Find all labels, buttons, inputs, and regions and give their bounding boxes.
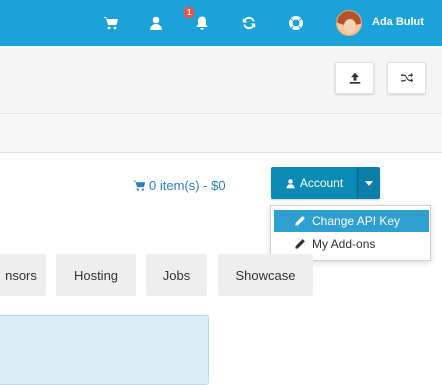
- account-dropdown-toggle[interactable]: [357, 167, 380, 199]
- tab-jobs[interactable]: Jobs: [146, 254, 207, 296]
- tab-showcase[interactable]: Showcase: [218, 254, 313, 296]
- tab-hosting[interactable]: Hosting: [56, 254, 136, 296]
- cart-summary-link[interactable]: 0 item(s) - $0: [133, 178, 226, 193]
- pencil-icon: [295, 239, 305, 249]
- lifebuoy-icon[interactable]: [286, 13, 306, 33]
- shuffle-button[interactable]: [387, 62, 426, 94]
- upload-button[interactable]: [335, 62, 374, 94]
- notification-badge: 1: [184, 7, 195, 18]
- menu-item-my-add-ons[interactable]: My Add-ons: [274, 233, 429, 255]
- info-panel: [0, 315, 209, 385]
- cart-summary-text: 0 item(s) - $0: [149, 178, 226, 193]
- bell-icon[interactable]: [192, 13, 212, 33]
- cart-icon: [133, 180, 146, 191]
- content-band: [0, 114, 442, 153]
- upload-icon: [349, 72, 360, 84]
- user-name[interactable]: Ada Bulut: [372, 16, 424, 28]
- avatar[interactable]: [336, 10, 362, 36]
- shuffle-icon: [400, 72, 413, 83]
- menu-item-change-api-key[interactable]: Change API Key: [274, 210, 429, 232]
- subheader: [0, 46, 442, 114]
- caret-down-icon: [365, 180, 373, 186]
- user-icon: [286, 178, 295, 188]
- cart-icon[interactable]: [101, 13, 121, 33]
- pencil-icon: [295, 216, 305, 226]
- user-icon[interactable]: [146, 13, 166, 33]
- account-button[interactable]: Account: [271, 167, 357, 199]
- refresh-icon[interactable]: [239, 13, 259, 33]
- tab-sponsors[interactable]: nsors: [0, 254, 46, 296]
- account-dropdown-menu: Change API Key My Add-ons: [270, 205, 431, 261]
- account-button-label: Account: [299, 176, 344, 190]
